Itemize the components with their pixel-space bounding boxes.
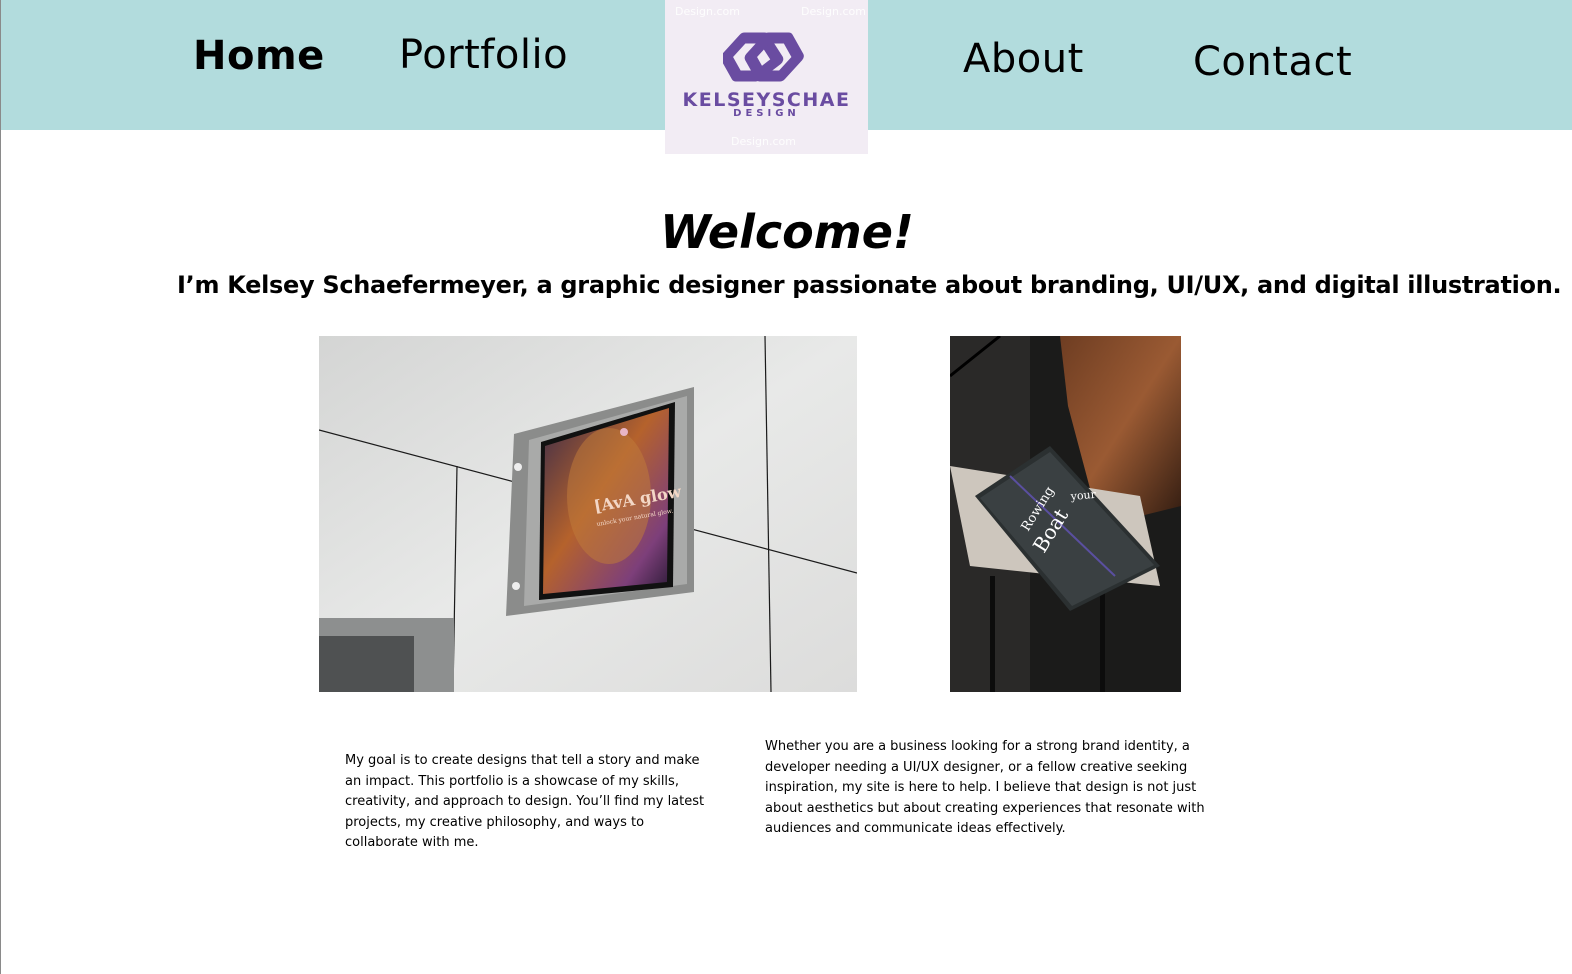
book-mockup-image: Rowing your Boat xyxy=(950,336,1181,692)
poster-mockup-image: [AvA glow unlock your natural glow. xyxy=(319,336,857,692)
help-paragraph: Whether you are a business looking for a… xyxy=(765,739,1205,836)
logo-watermark: Design.com xyxy=(801,5,866,18)
logo-watermark: Design.com xyxy=(731,135,796,148)
nav-portfolio-link[interactable]: Portfolio xyxy=(399,35,568,75)
intro-text: I’m Kelsey Schaefermeyer, a graphic desi… xyxy=(177,271,1562,299)
book-title-word-2: your xyxy=(1069,488,1097,503)
logo-subtitle: DESIGN xyxy=(733,108,800,119)
page-title: Welcome! xyxy=(660,205,914,259)
nav-contact-link[interactable]: Contact xyxy=(1193,42,1352,82)
site-logo[interactable]: Design.com Design.com Design.com KELSEYS… xyxy=(665,0,868,154)
nav-home-link[interactable]: Home xyxy=(193,36,325,76)
logo-watermark: Design.com xyxy=(675,5,740,18)
nav-about-link[interactable]: About xyxy=(963,39,1084,79)
interlocked-links-logo-icon xyxy=(723,32,804,82)
goal-paragraph: My goal is to create designs that tell a… xyxy=(345,753,705,850)
